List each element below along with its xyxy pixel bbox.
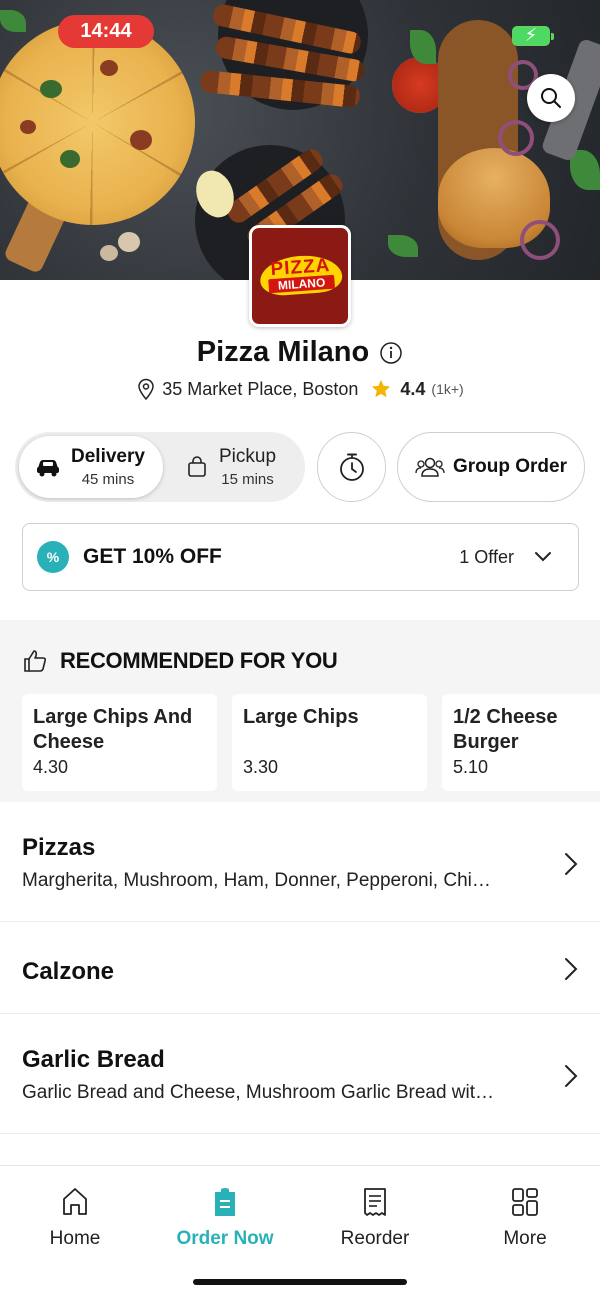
- nav-label: More: [503, 1228, 547, 1249]
- recommended-item-price: 3.30: [243, 757, 279, 777]
- recommended-card[interactable]: Large Chips And Cheese 4.30: [22, 694, 217, 791]
- chevron-down-icon: [535, 552, 551, 562]
- discount-badge-symbol: %: [46, 549, 60, 565]
- receipt-icon: [364, 1188, 386, 1216]
- category-description: Garlic Bread and Cheese, Mushroom Garlic…: [22, 1082, 495, 1103]
- chevron-right-icon: [565, 853, 578, 875]
- offer-title: GET 10% OFF: [83, 545, 222, 568]
- nav-home[interactable]: Home: [0, 1186, 150, 1250]
- status-time: 14:44: [58, 15, 154, 48]
- delivery-label: Delivery: [71, 446, 145, 467]
- category-row-calzone[interactable]: Calzone: [0, 922, 600, 1014]
- home-icon: [63, 1188, 87, 1215]
- pickup-label: Pickup: [219, 446, 277, 467]
- car-icon: [37, 460, 59, 477]
- restaurant-address: 35 Market Place, Boston: [162, 378, 359, 399]
- pickup-option[interactable]: Pickup 15 mins: [173, 436, 303, 498]
- location-pin-icon: [138, 378, 155, 400]
- address-row: 35 Market Place, Boston 4.4 (1k+): [0, 378, 600, 400]
- offer-banner[interactable]: % GET 10% OFF 1 Offer: [22, 523, 579, 591]
- order-icon: [215, 1188, 235, 1216]
- delivery-option[interactable]: Delivery 45 mins: [19, 436, 163, 498]
- rating-value: 4.4: [400, 378, 426, 399]
- star-icon: [372, 379, 391, 398]
- thumbs-up-icon: [24, 650, 47, 672]
- nav-reorder[interactable]: Reorder: [300, 1186, 450, 1250]
- recommended-card[interactable]: 1/2 Cheese Burger 5.10: [442, 694, 600, 791]
- group-icon: [415, 457, 445, 477]
- category-name: Garlic Bread: [22, 1046, 165, 1073]
- recommended-section: RECOMMENDED FOR YOU Large Chips And Chee…: [0, 620, 600, 802]
- nav-more[interactable]: More: [450, 1186, 600, 1250]
- restaurant-title-row: Pizza Milano: [0, 336, 600, 369]
- pickup-time: 15 mins: [221, 471, 274, 488]
- stopwatch-icon: [339, 453, 364, 481]
- nav-order-now[interactable]: Order Now: [150, 1186, 300, 1250]
- restaurant-logo: PIZZA MILANO: [249, 225, 351, 327]
- shopping-bag-icon: [188, 456, 206, 477]
- pizza-illustration: [0, 20, 195, 225]
- chevron-right-icon: [565, 958, 578, 980]
- category-name: Pizzas: [22, 834, 96, 861]
- order-mode-toggle: Delivery 45 mins Pickup 15 mins: [15, 432, 305, 502]
- category-row-garlic-bread[interactable]: Garlic Bread Garlic Bread and Cheese, Mu…: [0, 1014, 600, 1134]
- recommended-card[interactable]: Large Chips 3.30: [232, 694, 427, 791]
- grid-icon: [512, 1188, 538, 1216]
- recommended-item-name: 1/2 Cheese Burger: [453, 706, 558, 753]
- search-button[interactable]: [527, 74, 575, 122]
- recommended-item-name: Large Chips And Cheese: [33, 706, 193, 753]
- recommended-item-price: 4.30: [33, 757, 69, 777]
- category-row-pizzas[interactable]: Pizzas Margherita, Mushroom, Ham, Donner…: [0, 802, 600, 922]
- category-description: Margherita, Mushroom, Ham, Donner, Peppe…: [22, 870, 491, 891]
- restaurant-name: Pizza Milano: [196, 336, 370, 368]
- delivery-time: 45 mins: [81, 471, 135, 488]
- offer-count: 1 Offer: [459, 546, 514, 567]
- category-name: Calzone: [22, 958, 115, 985]
- battery-charging-icon: ⚡: [512, 25, 554, 46]
- recommended-title: RECOMMENDED FOR YOU: [60, 648, 338, 673]
- home-indicator: [193, 1279, 407, 1285]
- search-icon: [541, 88, 561, 108]
- nav-label: Order Now: [176, 1228, 274, 1249]
- rating-count: (1k+): [431, 381, 464, 397]
- discount-badge-icon: %: [37, 541, 69, 573]
- group-order-button[interactable]: Group Order: [397, 432, 585, 502]
- nav-label: Reorder: [340, 1228, 410, 1249]
- recommended-item-name: Large Chips: [243, 706, 359, 728]
- schedule-button[interactable]: [317, 432, 386, 502]
- group-order-label: Group Order: [452, 456, 567, 477]
- recommended-item-price: 5.10: [453, 757, 489, 777]
- nav-label: Home: [49, 1228, 101, 1249]
- chevron-right-icon: [565, 1065, 578, 1087]
- info-icon[interactable]: [379, 341, 403, 365]
